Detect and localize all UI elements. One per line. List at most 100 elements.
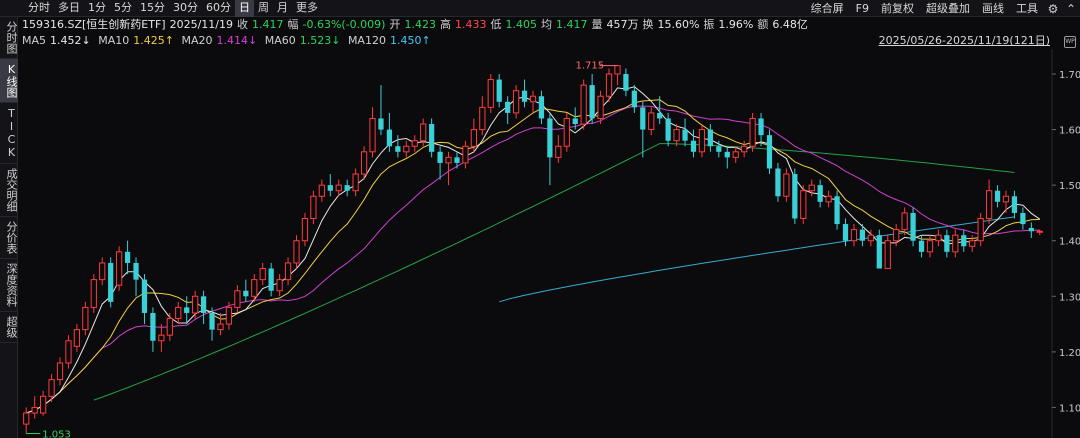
candle-body-up <box>420 123 427 142</box>
candle-body-down <box>538 96 545 119</box>
tab-more[interactable]: 更多 <box>292 0 322 17</box>
candle-body-down <box>141 279 148 313</box>
candle-body-down <box>623 74 629 91</box>
candle-body-up <box>192 295 199 314</box>
tab-1min[interactable]: 1分 <box>84 0 110 17</box>
candle-body-down <box>657 112 663 119</box>
candle-body-up <box>369 117 376 153</box>
candle-body-down <box>707 129 713 147</box>
candle-body-up <box>749 117 756 147</box>
tab-daily[interactable]: 日 <box>235 0 254 17</box>
tab-kline-chart[interactable]: K线图 <box>0 59 18 103</box>
wp-badge[interactable]: WP <box>1064 36 1076 48</box>
candle-body-up <box>529 95 537 103</box>
tab-trade-details[interactable]: 成交明细 <box>0 164 18 217</box>
gear-icon[interactable]: ⚙ <box>1044 2 1062 16</box>
candle-body-up <box>445 156 452 164</box>
candle-body-up <box>825 195 832 203</box>
candle-body-down <box>150 312 156 341</box>
candle-body-down <box>834 196 840 225</box>
candle-body-up <box>82 306 89 331</box>
kline-chart[interactable]: 1.70 1.60 1.50 1.40 1.30 1.20 1.10 1.715 1.053 <box>18 49 1080 438</box>
tab-time-chart[interactable]: 分时图 <box>0 17 18 59</box>
avg-value: 1.417 <box>555 18 588 31</box>
tab-intraday[interactable]: 分时 <box>24 0 54 17</box>
amplitude-label: 振 <box>703 18 715 31</box>
candle-body-up <box>90 279 97 308</box>
candle-body-down <box>994 190 1001 202</box>
amount-value: 6.48亿 <box>772 18 808 31</box>
candle-body-up <box>259 268 266 281</box>
tab-60min[interactable]: 60分 <box>202 0 235 17</box>
candle-body-up <box>73 329 81 347</box>
tab-depth-data[interactable]: 深度资料 <box>0 259 18 312</box>
draw-line-button[interactable]: 画线 <box>976 1 1010 17</box>
turnover-label: 换 <box>642 18 654 31</box>
ma60-value: 1.523↓ <box>299 34 341 47</box>
date-range-link[interactable]: 2025/05/26-2025/11/19(121日) <box>879 33 1050 49</box>
candle-body-up <box>926 240 934 253</box>
candle-body-down <box>842 224 849 241</box>
y-tick-label: 1.40 <box>1059 237 1080 248</box>
composite-screen-button[interactable]: 综合屏 <box>805 1 850 17</box>
tab-tick[interactable]: TICK <box>0 103 18 164</box>
candle-body-down <box>631 90 637 108</box>
change-label: 幅 <box>287 18 299 31</box>
max-price-label: 1.715 <box>575 61 604 72</box>
ma10-value: 1.425↑ <box>133 34 174 47</box>
candle-body-up <box>673 129 680 142</box>
candle-body-down <box>859 229 866 241</box>
candle-body-down <box>589 85 595 119</box>
candle-body-down <box>505 101 511 113</box>
candle-body-up <box>335 184 342 192</box>
candle-body-up <box>234 290 241 308</box>
tab-15min[interactable]: 15分 <box>136 0 169 17</box>
candle-body-up <box>301 217 309 242</box>
top-toolbar: 分时 多日 1分 5分 15分 30分 60分 日 周 月 更多 综合屏 F9 … <box>0 0 1080 17</box>
candle-body-up <box>65 340 72 364</box>
candle-body-up <box>614 65 621 75</box>
low-label: 低 <box>490 18 502 31</box>
candle-body-down <box>268 268 274 291</box>
candle-body-up <box>977 217 984 242</box>
candle-body-down <box>640 107 646 130</box>
candle-body-up <box>512 90 520 114</box>
tab-weekly[interactable]: 周 <box>254 0 273 17</box>
candle-body-down <box>344 185 350 191</box>
chevron-up-icon[interactable]: ⌃ <box>1062 2 1080 16</box>
super-overlay-button[interactable]: 超级叠加 <box>920 1 976 17</box>
tools-button[interactable]: 工具 <box>1010 1 1044 17</box>
tab-price-table[interactable]: 分价表 <box>0 217 18 259</box>
candle-body-up <box>23 412 30 425</box>
y-tick-label: 1.20 <box>1059 348 1080 359</box>
forward-adjust-button[interactable]: 前复权 <box>875 1 920 17</box>
candle-body-down <box>758 118 764 136</box>
tab-monthly[interactable]: 月 <box>273 0 292 17</box>
tab-5min[interactable]: 5分 <box>110 0 136 17</box>
high-label: 高 <box>439 18 451 31</box>
candle-body-down <box>961 235 967 247</box>
tab-30min[interactable]: 30分 <box>169 0 202 17</box>
candle-body-down <box>665 118 671 141</box>
candle-body-up <box>698 129 706 153</box>
candle-body-up <box>732 151 739 158</box>
tab-multi-day[interactable]: 多日 <box>54 0 84 17</box>
candle-body-down <box>876 235 882 269</box>
y-tick-label: 1.30 <box>1059 292 1080 303</box>
y-tick-label: 1.10 <box>1059 403 1080 414</box>
candle-body-up <box>487 79 494 108</box>
f9-button[interactable]: F9 <box>850 1 875 17</box>
candle-body-down <box>716 146 722 152</box>
candle-body-up <box>479 106 486 131</box>
candle-body-down <box>386 129 393 147</box>
change-value: -0.63%(-0.009) <box>302 18 386 31</box>
tab-super[interactable]: 超级 <box>0 312 18 343</box>
candle-body-up <box>360 151 368 175</box>
volume-label: 量 <box>591 18 603 31</box>
ma120-value: 1.450↑ <box>389 34 431 47</box>
candle-body-up <box>403 145 410 153</box>
candle-body-up <box>462 145 469 164</box>
candle-body-down <box>910 212 916 241</box>
candle-body-up <box>99 262 106 281</box>
candle-body-up <box>952 234 959 253</box>
